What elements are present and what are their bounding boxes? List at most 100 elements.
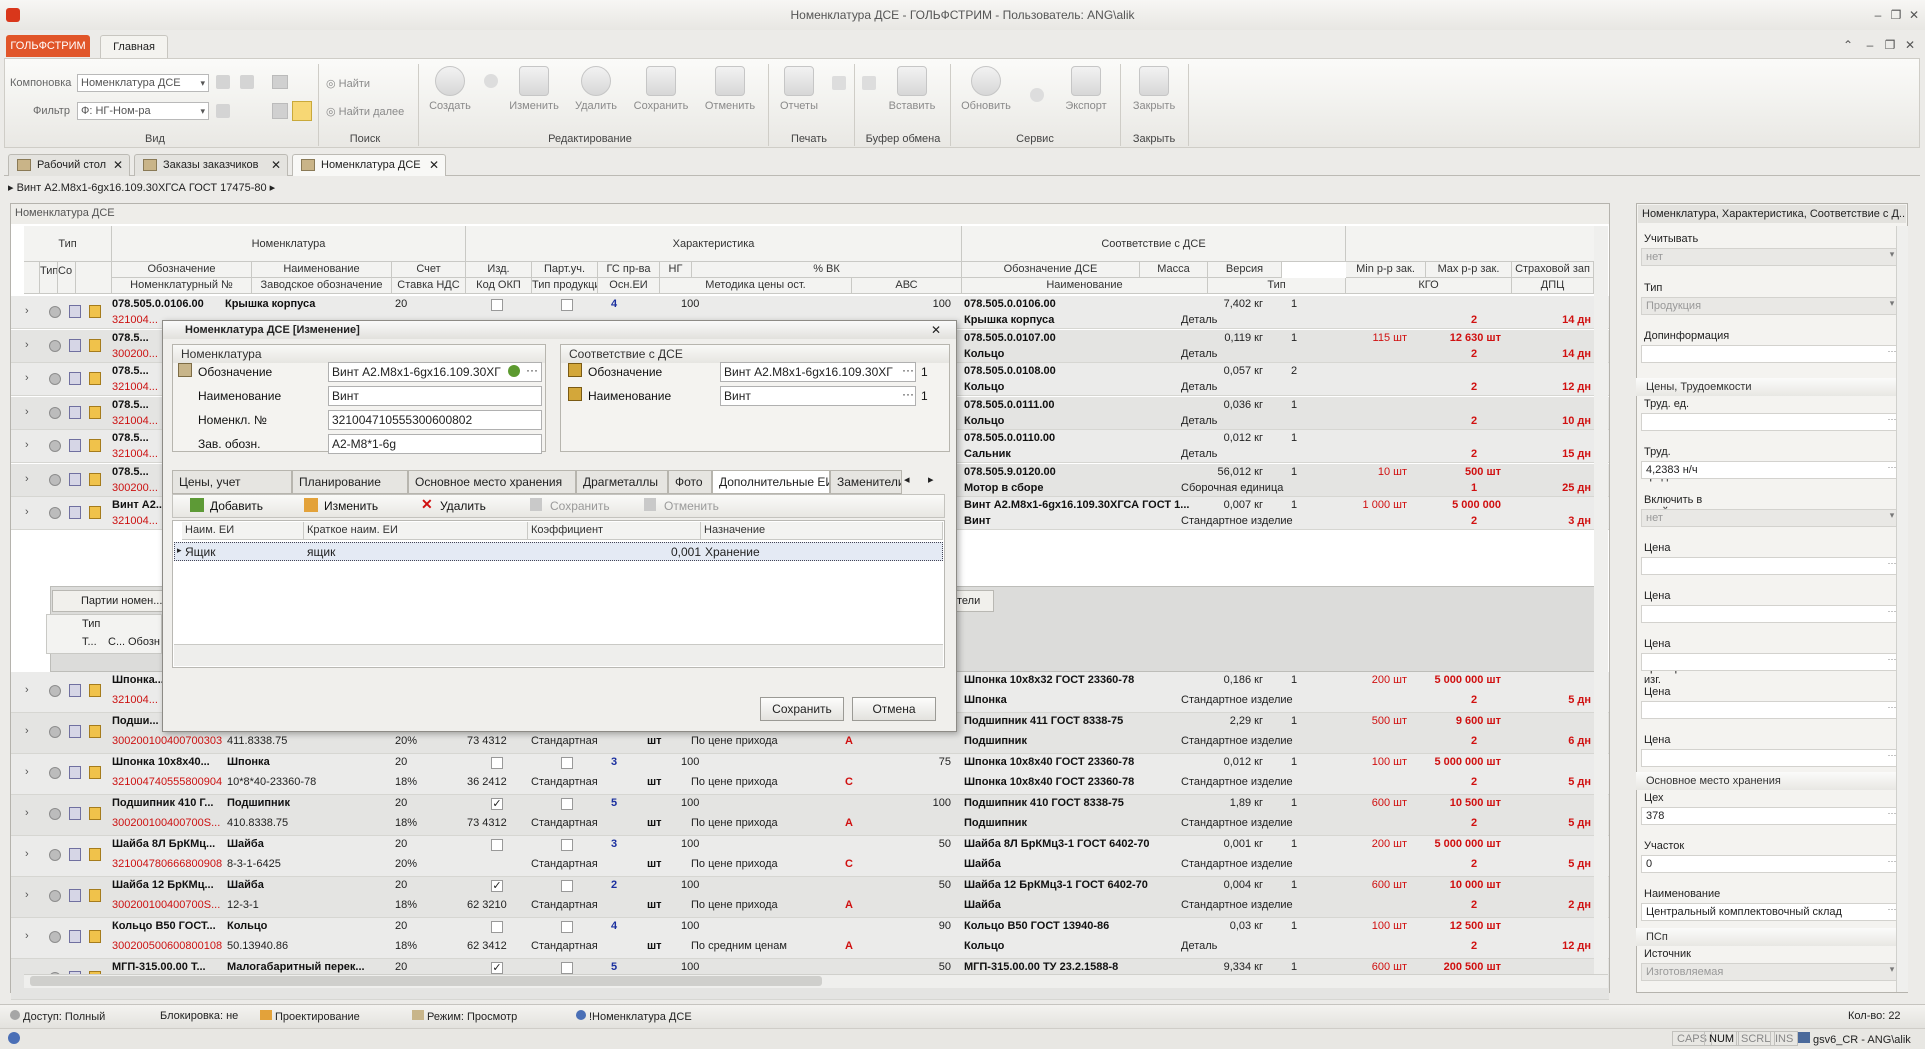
hdr-top-12[interactable]: Max р-р зак. xyxy=(1426,262,1512,278)
band-characteristics[interactable]: Характеристика xyxy=(466,226,962,262)
save-button[interactable]: Сохранить xyxy=(630,66,692,112)
hdr-top-11[interactable]: Min р-р зак. xyxy=(1346,262,1426,278)
band-nomenclature[interactable]: Номенклатура xyxy=(112,226,466,262)
field-f10[interactable] xyxy=(1641,701,1903,719)
find-button[interactable]: ◎ Найти xyxy=(326,77,370,90)
expand-chevron-icon[interactable]: › xyxy=(25,305,29,317)
ribbon-collapse-icon[interactable]: ⌃ xyxy=(1840,38,1856,52)
hdr-bot-10[interactable]: КГО xyxy=(1346,278,1512,294)
hdr-bot-8[interactable]: Наименование xyxy=(962,278,1208,294)
breadcrumb[interactable]: ▸ Винт А2.М8х1-6gх16.109.30ХГСА ГОСТ 174… xyxy=(8,181,708,197)
detail-col-type[interactable]: Тип xyxy=(82,618,100,630)
dialog-tab-0[interactable]: Цены, учет xyxy=(172,470,292,494)
lookup-icon[interactable] xyxy=(508,365,520,377)
view-grid-icon[interactable] xyxy=(272,75,288,89)
band-correspondence[interactable]: Соответствие с ДСЕ xyxy=(962,226,1346,262)
pencil-edit-icon[interactable] xyxy=(89,889,101,902)
hdr-col-co[interactable]: Со с xyxy=(58,262,76,294)
uom-row[interactable]: ▸ Ящик ящик 0,001 Хранение xyxy=(174,542,943,561)
close-icon[interactable]: ✕ xyxy=(1906,8,1922,22)
hdr-top-7[interactable]: % ВК xyxy=(692,262,962,278)
hdr-col-ti[interactable]: Тип п xyxy=(40,262,58,294)
uom-col-name[interactable]: Наим. ЕИ xyxy=(182,522,304,540)
tab-orders[interactable]: Заказы заказчиков ✕ xyxy=(134,154,288,176)
hdr-bot-7[interactable]: АВС xyxy=(852,278,962,294)
reports-button[interactable]: Отчеты xyxy=(774,66,824,112)
field-f11[interactable] xyxy=(1641,749,1903,767)
detail-col-obozn[interactable]: Обозн xyxy=(128,636,160,648)
pencil-edit-icon[interactable] xyxy=(89,305,101,318)
hdr-bot-3[interactable]: Код ОКП xyxy=(466,278,532,294)
service-small-icon[interactable] xyxy=(1030,88,1044,102)
hdr-bot-4[interactable]: Тип продукции xyxy=(532,278,598,294)
hdr-col-exp[interactable] xyxy=(24,262,40,294)
checkbox-part[interactable] xyxy=(561,757,573,769)
layout-combo[interactable]: Номенклатура ДСЕ xyxy=(77,74,209,92)
dialog-save-button[interactable]: Сохранить xyxy=(760,697,844,721)
pencil-edit-icon[interactable] xyxy=(89,472,101,486)
tab-desktop[interactable]: Рабочий стол ✕ xyxy=(8,154,130,176)
field-f2[interactable]: Продукция xyxy=(1641,297,1903,315)
hdr-col-icons[interactable] xyxy=(76,262,112,294)
checkbox-part[interactable] xyxy=(561,299,573,311)
pencil-edit-icon[interactable] xyxy=(89,506,101,519)
tab-nomenclature[interactable]: Номенклатура ДСЕ ✕ xyxy=(292,154,446,176)
hdr-bot-11[interactable]: ДПЦ xyxy=(1512,278,1594,294)
dialog-tab-5[interactable]: Дополнительные ЕИ xyxy=(712,470,830,494)
pencil-edit-icon[interactable] xyxy=(89,848,101,861)
checkbox-part[interactable] xyxy=(561,921,573,933)
tabs-next-icon[interactable]: ▸ xyxy=(928,473,934,486)
tabs-prev-icon[interactable]: ◂ xyxy=(904,473,910,486)
refresh-button[interactable]: Обновить xyxy=(956,66,1016,112)
c-ellipsis-button[interactable]: ··· xyxy=(902,387,914,401)
field-f13[interactable]: 0 xyxy=(1641,855,1903,873)
create-sub-icon[interactable] xyxy=(484,74,498,88)
detail-col-t[interactable]: Т... xyxy=(82,636,97,648)
hdr-top-2[interactable]: Счет xyxy=(392,262,466,278)
expand-chevron-icon[interactable]: › xyxy=(25,406,29,418)
pencil-edit-icon[interactable] xyxy=(89,766,101,779)
pencil-edit-icon[interactable] xyxy=(89,725,101,738)
field-f9[interactable] xyxy=(1641,653,1903,671)
field-zav[interactable]: А2-М8*1-6g xyxy=(328,434,542,454)
hdr-bot-2[interactable]: Ставка НДС xyxy=(392,278,466,294)
filter-combo[interactable]: Ф: НГ-Ном-ра xyxy=(77,102,209,120)
field-f15[interactable]: Изготовляемая xyxy=(1641,963,1903,981)
expand-chevron-icon[interactable]: › xyxy=(25,473,29,485)
hdr-top-9[interactable]: Масса xyxy=(1140,262,1208,278)
properties-scrollbar[interactable] xyxy=(1896,226,1908,992)
field-f6[interactable]: нет xyxy=(1641,509,1903,527)
checkbox-izd[interactable] xyxy=(491,921,503,933)
c-ellipsis-button[interactable]: ··· xyxy=(902,363,914,377)
close-tab-icon[interactable]: ✕ xyxy=(113,158,123,172)
mdi-minimize-icon[interactable]: – xyxy=(1862,38,1878,52)
checkbox-izd[interactable] xyxy=(491,839,503,851)
band-type[interactable]: Тип xyxy=(24,226,112,262)
view-list-icon[interactable] xyxy=(272,103,288,119)
checkbox-part[interactable] xyxy=(561,962,573,974)
print-icon[interactable] xyxy=(832,76,846,90)
table-row[interactable]: › Шайба 8Л БрКМц... Шайба 20 321004780666800… xyxy=(11,836,1609,877)
dialog-close-icon[interactable]: ✕ xyxy=(931,323,941,337)
edit-row-button[interactable]: Изменить xyxy=(300,495,378,517)
dialog-tab-3[interactable]: Драгметаллы xyxy=(576,470,668,494)
c-field-name[interactable]: Винт xyxy=(720,386,916,406)
add-button[interactable]: Добавить xyxy=(186,495,263,517)
field-f1[interactable]: нет xyxy=(1641,248,1903,266)
field-f7[interactable] xyxy=(1641,557,1903,575)
field-f3[interactable] xyxy=(1641,345,1903,363)
hdr-bot-1[interactable]: Заводское обозначение xyxy=(252,278,392,294)
delete-row-button[interactable]: ✕ Удалить xyxy=(416,495,486,517)
dialog-tab-6[interactable]: Заменители xyxy=(830,470,902,494)
save-row-button[interactable]: Сохранить xyxy=(526,495,610,517)
layout-pin-icon[interactable] xyxy=(240,75,254,89)
hdr-bot-5[interactable]: Осн.ЕИ xyxy=(598,278,660,294)
hdr-top-6[interactable]: НГ xyxy=(660,262,692,278)
cancel-button[interactable]: Отменить xyxy=(700,66,760,112)
checkbox-izd[interactable]: ✓ xyxy=(491,880,503,892)
cancel-row-button[interactable]: Отменить xyxy=(640,495,719,517)
detail-tab-right[interactable]: тели xyxy=(952,590,994,612)
pencil-edit-icon[interactable] xyxy=(89,372,101,385)
checkbox-izd[interactable] xyxy=(491,757,503,769)
pencil-edit-icon[interactable] xyxy=(89,405,101,419)
